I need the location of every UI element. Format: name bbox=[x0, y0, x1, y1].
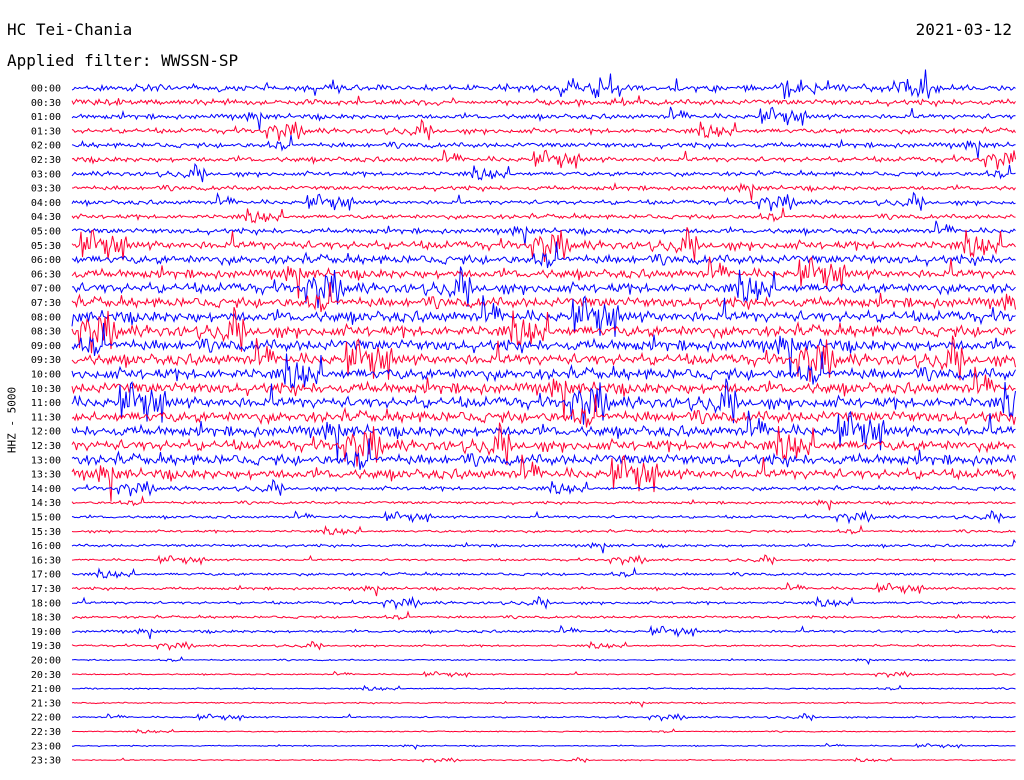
time-label: 07:00 bbox=[31, 284, 61, 295]
time-label: 08:00 bbox=[31, 312, 61, 323]
time-label: 05:30 bbox=[31, 241, 61, 252]
seismic-trace-row bbox=[71, 684, 1016, 692]
seismic-trace-row bbox=[71, 410, 1016, 461]
seismic-trace-row bbox=[71, 712, 1016, 722]
time-label: 10:30 bbox=[31, 384, 61, 395]
time-label: 03:30 bbox=[31, 184, 61, 195]
seismic-trace-row bbox=[71, 106, 1016, 131]
time-label: 15:00 bbox=[31, 513, 61, 524]
seismic-trace-row bbox=[71, 378, 1016, 425]
time-label: 04:30 bbox=[31, 212, 61, 223]
time-label: 13:00 bbox=[31, 455, 61, 466]
time-label: 14:30 bbox=[31, 498, 61, 509]
seismic-trace-row bbox=[71, 728, 1016, 734]
seismic-trace-row bbox=[71, 656, 1016, 666]
seismic-trace-row bbox=[72, 478, 1016, 497]
seismic-trace-row bbox=[71, 524, 1016, 536]
seismic-trace-row bbox=[71, 670, 1016, 679]
time-label: 00:00 bbox=[31, 84, 61, 95]
seismic-trace-row bbox=[72, 182, 1016, 201]
time-label: 11:00 bbox=[31, 398, 61, 409]
time-label: 20:30 bbox=[31, 670, 61, 681]
seismic-trace-row bbox=[71, 162, 1016, 183]
seismic-trace-row bbox=[71, 220, 1016, 246]
time-label: 12:30 bbox=[31, 441, 61, 452]
time-label: 22:30 bbox=[31, 727, 61, 738]
time-label: 02:00 bbox=[31, 141, 61, 152]
seismic-trace-row bbox=[71, 118, 1016, 141]
time-label: 23:30 bbox=[31, 756, 61, 767]
seismic-trace-row bbox=[71, 538, 1016, 554]
seismic-trace-row bbox=[71, 640, 1016, 651]
time-label: 20:00 bbox=[31, 656, 61, 667]
time-label: 18:30 bbox=[31, 613, 61, 624]
seismic-trace-row bbox=[71, 624, 1016, 640]
time-label: 05:00 bbox=[31, 227, 61, 238]
seismic-trace-row bbox=[72, 742, 1016, 750]
time-label: 02:30 bbox=[31, 155, 61, 166]
time-label: 11:30 bbox=[31, 412, 61, 423]
time-label: 03:00 bbox=[31, 169, 61, 180]
time-label: 17:30 bbox=[31, 584, 61, 595]
seismic-trace-row bbox=[71, 554, 1016, 566]
seismic-trace-row bbox=[71, 595, 1016, 611]
seismic-trace-row bbox=[71, 207, 1016, 224]
helicorder-plot: 00:00 00:30 01:00 01:30 02:00 02:30 03:00 03:30… bbox=[31, 69, 1016, 767]
time-label: 19:30 bbox=[31, 641, 61, 652]
seismic-trace-row bbox=[71, 394, 1016, 428]
time-label: 19:00 bbox=[31, 627, 61, 638]
time-label: 15:30 bbox=[31, 527, 61, 538]
time-label: 07:30 bbox=[31, 298, 61, 309]
time-label: 21:30 bbox=[31, 698, 61, 709]
time-label: 18:00 bbox=[31, 598, 61, 609]
seismic-trace-row bbox=[71, 566, 1016, 579]
time-label: 01:00 bbox=[31, 112, 61, 123]
time-label: 23:00 bbox=[31, 741, 61, 752]
seismic-trace-row bbox=[71, 256, 1016, 299]
time-label: 09:30 bbox=[31, 355, 61, 366]
seismic-trace-row bbox=[71, 351, 1016, 389]
time-label: 06:00 bbox=[31, 255, 61, 266]
time-label: 04:00 bbox=[31, 198, 61, 209]
time-label: 16:30 bbox=[31, 555, 61, 566]
seismic-trace-row bbox=[71, 95, 1016, 108]
seismic-trace-row bbox=[71, 757, 1016, 764]
seismic-trace-row bbox=[71, 495, 1016, 511]
time-label: 00:30 bbox=[31, 98, 61, 109]
seismic-trace-row bbox=[71, 610, 1016, 621]
seismic-trace-row bbox=[71, 581, 1016, 597]
seismic-trace-row bbox=[71, 227, 1016, 262]
time-label-layer: 00:00 00:30 01:00 01:30 02:00 02:30 03:00 03:30… bbox=[31, 84, 61, 767]
time-label: 08:30 bbox=[31, 327, 61, 338]
time-label: 13:30 bbox=[31, 470, 61, 481]
time-label: 17:00 bbox=[31, 570, 61, 581]
seismic-trace-row bbox=[71, 191, 1016, 212]
time-label: 22:00 bbox=[31, 713, 61, 724]
seismic-trace-row bbox=[71, 149, 1016, 170]
seismic-trace-row bbox=[71, 69, 1016, 99]
trace-layer bbox=[71, 69, 1016, 764]
time-label: 01:30 bbox=[31, 126, 61, 137]
time-label: 14:00 bbox=[31, 484, 61, 495]
seismic-trace-row bbox=[71, 509, 1016, 525]
time-label: 09:00 bbox=[31, 341, 61, 352]
time-label: 10:00 bbox=[31, 370, 61, 381]
time-label: 06:30 bbox=[31, 269, 61, 280]
time-label: 16:00 bbox=[31, 541, 61, 552]
seismic-trace-row bbox=[71, 700, 1016, 708]
time-label: 21:00 bbox=[31, 684, 61, 695]
time-label: 12:00 bbox=[31, 427, 61, 438]
